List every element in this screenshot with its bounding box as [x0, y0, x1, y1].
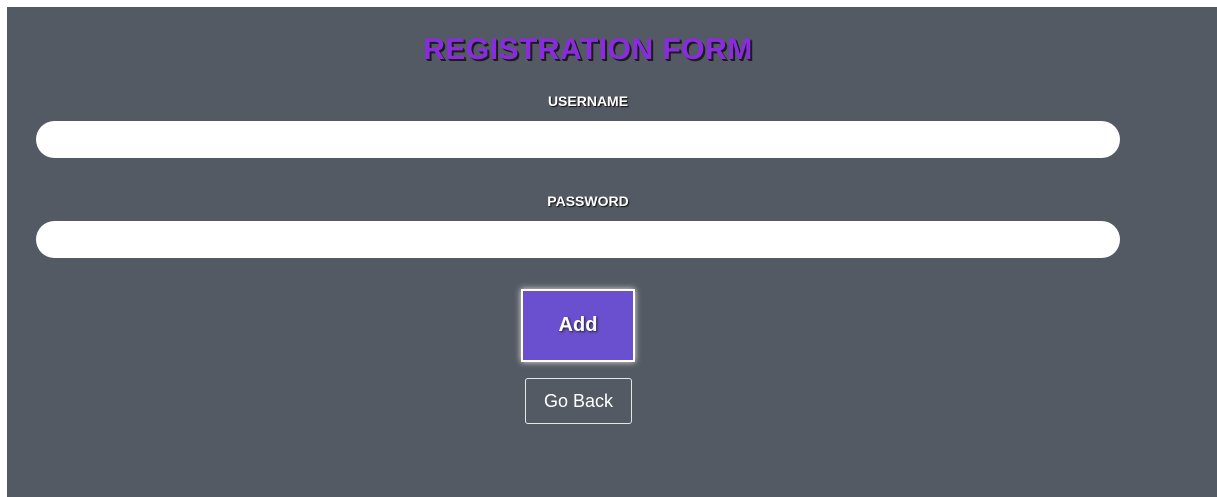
password-label: PASSWORD: [547, 193, 629, 209]
username-input[interactable]: [36, 121, 1120, 158]
go-back-button[interactable]: Go Back: [525, 378, 632, 424]
form-title: REGISTRATION FORM: [423, 33, 753, 66]
username-label: USERNAME: [547, 93, 629, 109]
registration-panel: REGISTRATION FORM USERNAME PASSWORD Add …: [7, 7, 1217, 497]
password-input[interactable]: [36, 221, 1120, 258]
add-button[interactable]: Add: [521, 289, 635, 362]
